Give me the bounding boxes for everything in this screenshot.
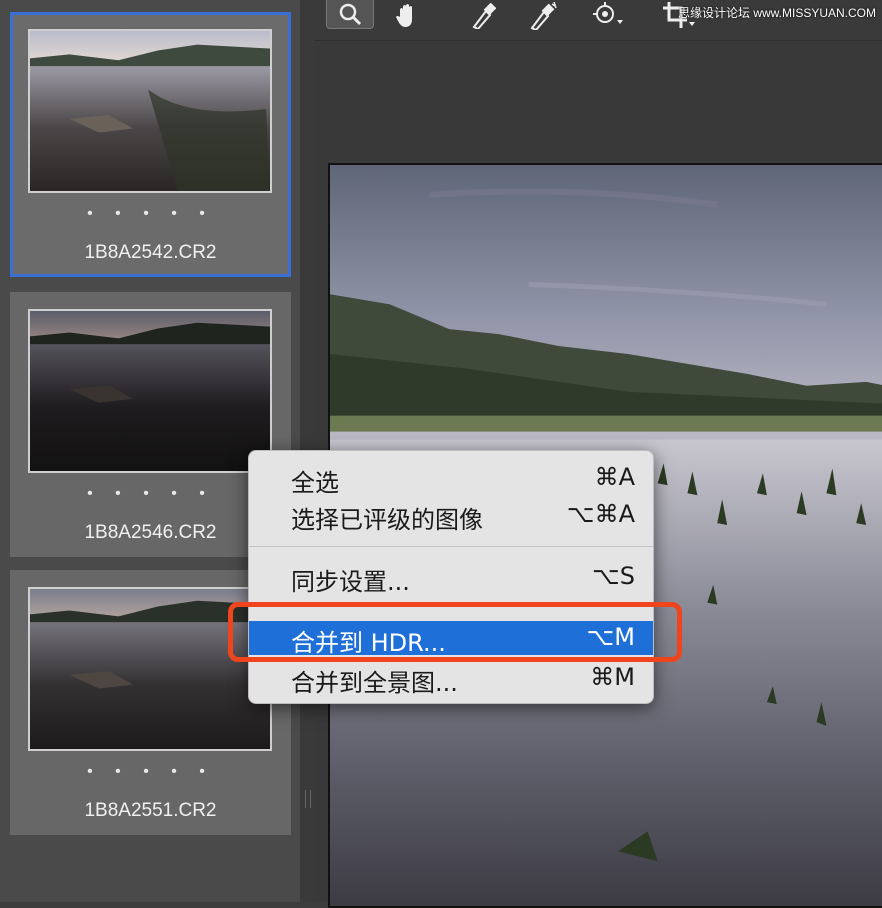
menu-item-shortcut: ⌘M xyxy=(590,663,635,691)
thumbnail-image xyxy=(28,309,272,473)
zoom-icon[interactable] xyxy=(326,0,374,29)
menu-item-label: 全选 xyxy=(291,469,339,497)
white-balance-icon[interactable] xyxy=(468,0,498,32)
toolbar: 思缘设计论坛 www.MISSYUAN.COM xyxy=(314,0,882,41)
splitter-grip[interactable] xyxy=(305,790,311,808)
rating-dots[interactable]: • • • • • xyxy=(13,205,288,223)
menu-item-label: 选择已评级的图像 xyxy=(291,506,483,534)
annotation-highlight-box xyxy=(228,602,682,662)
menu-item-select-rated[interactable]: 选择已评级的图像 ⌥⌘A xyxy=(249,498,653,534)
menu-item-shortcut: ⌘A xyxy=(594,463,635,491)
targeted-adjustment-icon[interactable] xyxy=(588,0,628,32)
menu-item-label: 同步设置... xyxy=(291,568,410,596)
filmstrip-item-1b8a2542[interactable]: • • • • • 1B8A2542.CR2 xyxy=(10,12,291,277)
context-menu: 全选 ⌘A 选择已评级的图像 ⌥⌘A 同步设置... ⌥S 合并到 HDR...… xyxy=(248,450,654,704)
color-sampler-icon[interactable] xyxy=(526,0,560,32)
watermark-text: 思缘设计论坛 www.MISSYUAN.COM xyxy=(677,6,876,20)
menu-item-shortcut: ⌥⌘A xyxy=(566,500,635,528)
thumbnail-image xyxy=(28,29,272,193)
menu-item-sync-settings[interactable]: 同步设置... ⌥S xyxy=(249,560,653,596)
filename-label: 1B8A2542.CR2 xyxy=(84,242,217,263)
menu-separator xyxy=(249,546,653,547)
menu-item-shortcut: ⌥S xyxy=(592,562,635,590)
rating-dots[interactable]: • • • • • xyxy=(10,763,291,781)
menu-item-label: 合并到全景图... xyxy=(291,669,458,697)
filename-label: 1B8A2551.CR2 xyxy=(84,800,217,821)
menu-item-select-all[interactable]: 全选 ⌘A xyxy=(249,461,653,497)
menu-item-merge-panorama[interactable]: 合并到全景图... ⌘M xyxy=(249,661,653,697)
hand-icon[interactable] xyxy=(392,0,422,32)
